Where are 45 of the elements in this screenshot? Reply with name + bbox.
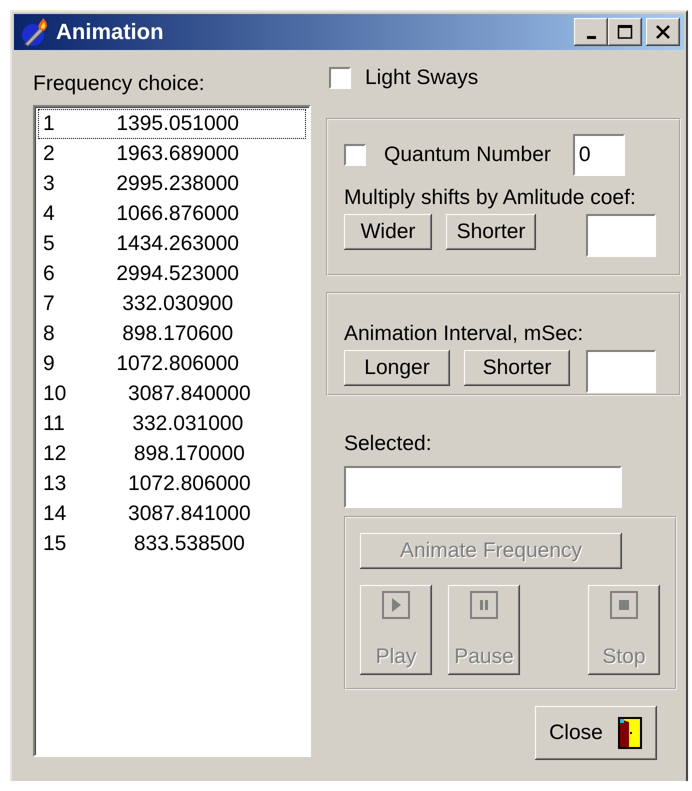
input-field[interactable] [586,350,656,393]
list-item[interactable]: 10 3087.840000 [38,379,306,409]
push-button[interactable]: Longer [344,350,450,386]
minimize-button[interactable] [574,18,608,46]
list-item[interactable]: 1 1395.051000 [38,109,306,139]
list-item[interactable]: 12 898.170000 [38,439,306,469]
close-icon [655,24,671,40]
minimize-icon [586,36,596,38]
list-item[interactable]: 6 2994.523000 [38,259,306,289]
input-field[interactable] [344,466,622,508]
torch-icon [20,17,50,47]
list-item[interactable]: 13 1072.806000 [38,469,306,499]
pause-icon [470,591,498,619]
input-field[interactable] [586,214,656,257]
input-field[interactable]: 0 [572,134,625,176]
list-item[interactable]: 3 2995.238000 [38,169,306,199]
checkbox-label: Quantum Number [384,143,551,167]
push-button[interactable]: Shorter [464,350,570,386]
close-button[interactable]: Close [535,706,657,760]
checkbox[interactable] [344,144,366,166]
push-button[interactable]: Shorter [446,214,536,250]
group-label: Animation Interval, mSec: [344,322,584,346]
frequency-list[interactable] [33,105,311,757]
list-item[interactable]: 11 332.031000 [38,409,306,439]
list-item[interactable]: 15 833.538500 [38,529,306,559]
field-label: Selected: [344,432,433,456]
checkbox[interactable] [329,67,351,89]
stop-icon [610,591,638,619]
group-label: Multiply shifts by Amlitude coef: [344,186,637,210]
window-title: Animation [56,19,165,45]
list-item[interactable]: 9 1072.806000 [38,349,306,379]
list-item[interactable]: 7 332.030900 [38,289,306,319]
maximize-icon [617,24,633,40]
maximize-button[interactable] [608,18,642,46]
push-button[interactable]: Wider [344,214,432,250]
list-item[interactable]: 8 898.170600 [38,319,306,349]
list-item[interactable]: 14 3087.841000 [38,499,306,529]
list-item[interactable]: 5 1434.263000 [38,229,306,259]
play-icon [382,591,410,619]
list-item[interactable]: 2 1963.689000 [38,139,306,169]
list-item[interactable]: 4 1066.876000 [38,199,306,229]
checkbox-label: Light Sways [365,66,478,90]
door-icon [616,716,643,750]
close-button[interactable] [646,18,680,46]
list-label: Frequency choice: [33,72,206,96]
